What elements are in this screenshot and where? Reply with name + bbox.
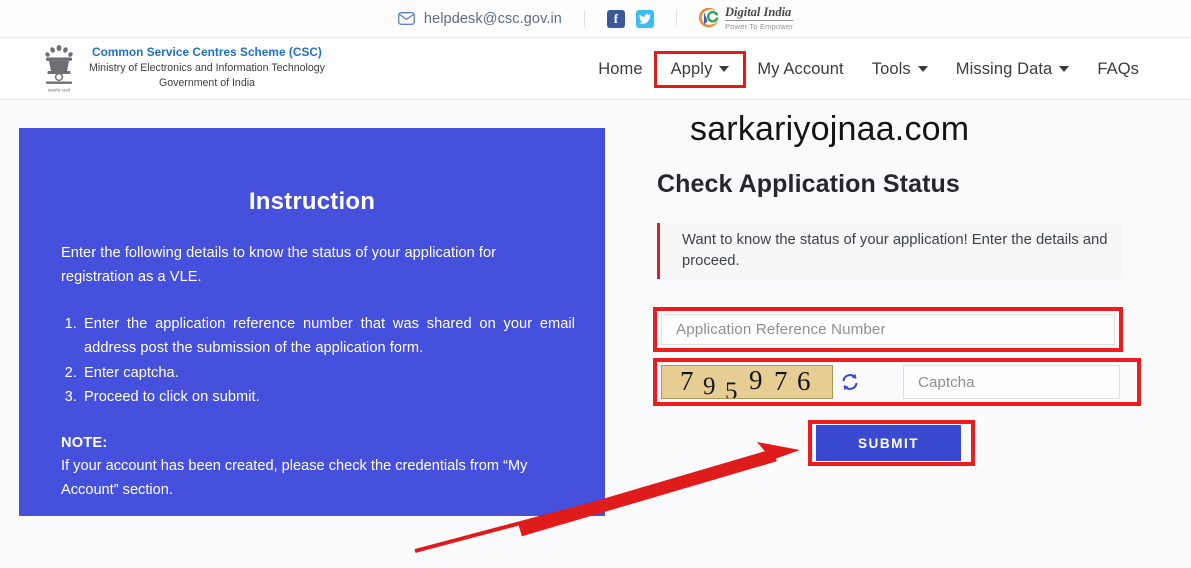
brand-text-block: Common Service Centres Scheme (CSC) Mini…: [89, 45, 325, 92]
instruction-lead-text: Enter the following details to know the …: [61, 245, 497, 285]
top-utility-bar-inner: helpdesk@csc.gov.in f Digital India Powe…: [397, 0, 794, 37]
nav-item-missing-data-label: Missing Data: [955, 59, 1053, 78]
page-title: Check Application Status: [657, 170, 960, 198]
envelope-icon: [397, 12, 415, 25]
svg-text:सत्यमेव जयते: सत्यमेव जयते: [48, 87, 71, 93]
instruction-steps-list: Enter the application reference number t…: [63, 313, 575, 410]
instruction-panel: Instruction Enter the following details …: [19, 128, 605, 516]
nav-item-tools[interactable]: Tools: [858, 54, 942, 85]
captcha-digit: 9: [749, 365, 763, 395]
chevron-down-icon: [917, 66, 928, 72]
helpdesk-email-link[interactable]: helpdesk@csc.gov.in: [397, 10, 562, 27]
brand-block[interactable]: सत्यमेव जयते Common Service Centres Sche…: [40, 41, 325, 95]
instruction-step: Enter the application reference number t…: [81, 313, 575, 360]
status-callout-text: Want to know the status of your applicat…: [682, 232, 1108, 269]
brand-line-3: Government of India: [158, 76, 255, 89]
instruction-note-label: NOTE:: [61, 434, 108, 451]
submit-button[interactable]: SUBMIT: [816, 425, 961, 461]
digital-india-logo[interactable]: Digital India Power To Empower: [698, 5, 794, 31]
nav-item-faqs[interactable]: FAQs: [1083, 54, 1153, 85]
digital-india-mark-icon: [698, 7, 720, 29]
application-reference-number-input[interactable]: [661, 314, 1115, 345]
nav-item-my-account-label: My Account: [757, 59, 844, 78]
instruction-step: Proceed to click on submit.: [81, 386, 575, 410]
captcha-input[interactable]: [903, 365, 1120, 399]
captcha-digit: 5: [725, 378, 738, 399]
status-callout: Want to know the status of your applicat…: [657, 223, 1123, 279]
topbar-divider-2: [675, 10, 677, 27]
national-emblem-icon: सत्यमेव जयते: [40, 41, 78, 95]
nav-item-home-label: Home: [598, 59, 643, 78]
digital-india-text: Digital India Power To Empower: [724, 5, 794, 31]
refresh-icon[interactable]: [840, 372, 860, 392]
nav-item-my-account[interactable]: My Account: [743, 54, 857, 85]
top-utility-bar: helpdesk@csc.gov.in f Digital India Powe…: [0, 0, 1191, 38]
site-watermark: sarkariyojnaa.com: [690, 110, 970, 148]
captcha-image: 7 9 5 9 7 6: [661, 365, 833, 399]
nav-item-tools-label: Tools: [871, 59, 911, 78]
topbar-divider-1: [583, 10, 585, 27]
page-root: helpdesk@csc.gov.in f Digital India Powe…: [0, 0, 1191, 568]
site-header: सत्यमेव जयते Common Service Centres Sche…: [0, 38, 1191, 100]
instruction-step: Enter captcha.: [81, 362, 575, 386]
nav-item-missing-data[interactable]: Missing Data: [942, 54, 1084, 85]
chevron-down-icon: [1059, 66, 1070, 72]
nav-item-faqs-label: FAQs: [1097, 59, 1139, 78]
instruction-note: NOTE: If your account has been created, …: [61, 432, 563, 503]
instruction-note-text: If your account has been created, please…: [61, 458, 528, 499]
nav-item-apply-label: Apply: [670, 59, 713, 78]
captcha-digit: 9: [703, 373, 716, 399]
instruction-title: Instruction: [248, 188, 376, 215]
nav-item-home[interactable]: Home: [584, 54, 656, 85]
captcha-digit: 7: [680, 366, 694, 396]
captcha-digit: 7: [774, 366, 788, 396]
brand-line-1: Common Service Centres Scheme (CSC): [92, 44, 322, 59]
digital-india-title: Digital India: [724, 5, 794, 21]
captcha-digit: 6: [797, 366, 811, 396]
brand-line-2: Ministry of Electronics and Information …: [89, 61, 325, 74]
helpdesk-email-text: helpdesk@csc.gov.in: [423, 10, 562, 27]
twitter-icon[interactable]: [635, 9, 654, 28]
main-navigation: Home Apply My Account Tools Missing Data…: [584, 38, 1153, 100]
facebook-icon[interactable]: f: [606, 9, 625, 28]
social-links: f: [606, 9, 654, 28]
chevron-down-icon: [719, 66, 730, 72]
nav-item-apply[interactable]: Apply: [653, 50, 747, 88]
digital-india-tagline: Power To Empower: [724, 21, 794, 31]
